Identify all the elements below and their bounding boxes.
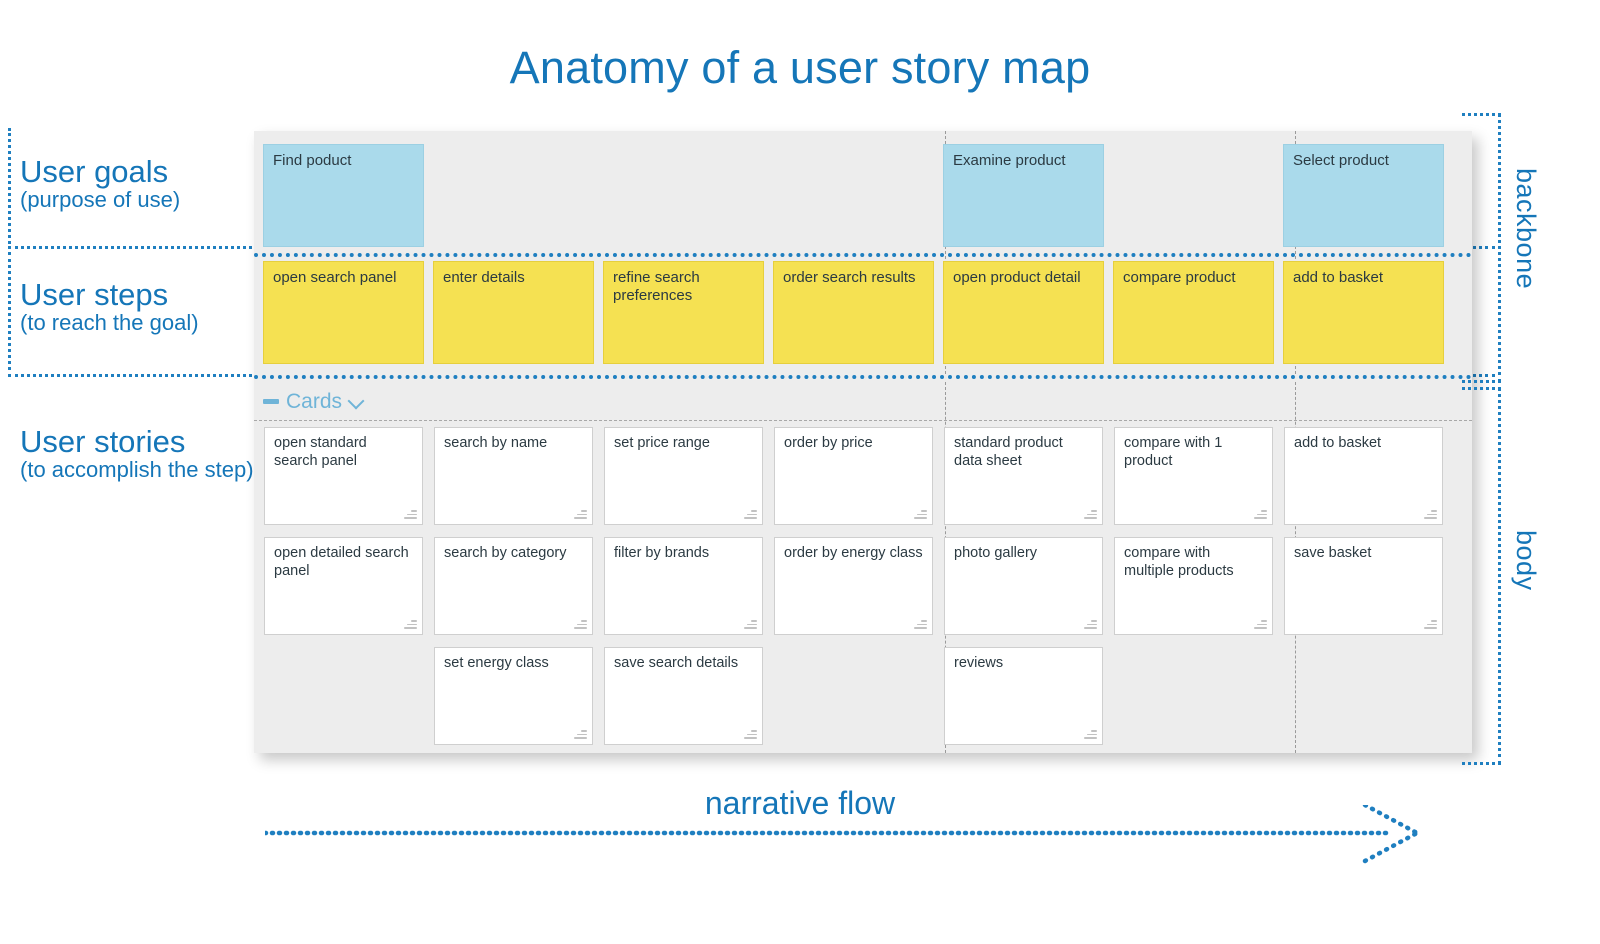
story-card[interactable]: compare with 1 product [1114, 427, 1273, 525]
label-user-steps-title: User steps [20, 277, 169, 312]
step-card[interactable]: open product detail [943, 261, 1104, 364]
resize-handle-icon[interactable] [574, 620, 587, 629]
story-card[interactable]: filter by brands [604, 537, 763, 635]
label-body: body [1511, 530, 1541, 591]
label-user-stories-title: User stories [20, 424, 186, 459]
story-card[interactable]: set price range [604, 427, 763, 525]
cards-section-header[interactable]: Cards [254, 382, 1472, 420]
story-card-label: open standard search panel [274, 435, 367, 469]
step-card[interactable]: enter details [433, 261, 594, 364]
story-card-label: filter by brands [614, 545, 710, 561]
backbone-bracket [1462, 113, 1501, 383]
resize-handle-icon[interactable] [1084, 620, 1097, 629]
resize-handle-icon[interactable] [1424, 620, 1437, 629]
story-card-label: reviews [954, 655, 1004, 671]
goal-card[interactable]: Examine product [943, 144, 1104, 247]
chevron-down-icon[interactable] [349, 394, 364, 409]
user-stories-grid: open standard search panel open detailed … [254, 421, 1472, 753]
story-card-label: set energy class [444, 655, 549, 671]
story-card-label: standard product data sheet [954, 435, 1063, 469]
step-card[interactable]: refine search preferences [603, 261, 764, 364]
goal-card[interactable]: Find poduct [263, 144, 424, 247]
story-card[interactable]: compare with multiple products [1114, 537, 1273, 635]
story-card-label: save search details [614, 655, 739, 671]
step-card[interactable]: add to basket [1283, 261, 1444, 364]
story-card[interactable]: reviews [944, 647, 1103, 745]
resize-handle-icon[interactable] [1084, 730, 1097, 739]
resize-handle-icon[interactable] [744, 620, 757, 629]
page-title: Anatomy of a user story map [509, 42, 1091, 93]
story-map-diagram: Anatomy of a user story map User goals (… [0, 0, 1600, 944]
story-card-label: set price range [614, 435, 710, 451]
story-card[interactable]: search by category [434, 537, 593, 635]
resize-handle-icon[interactable] [914, 620, 927, 629]
story-card[interactable]: order by energy class [774, 537, 933, 635]
resize-handle-icon[interactable] [1424, 510, 1437, 519]
label-backbone: backbone [1511, 168, 1541, 290]
story-card-label: save basket [1294, 545, 1372, 561]
resize-handle-icon[interactable] [404, 510, 417, 519]
step-card[interactable]: open search panel [263, 261, 424, 364]
resize-handle-icon[interactable] [744, 510, 757, 519]
story-card[interactable]: save basket [1284, 537, 1443, 635]
story-map-board: Find poduct Examine product Select product… [254, 131, 1472, 753]
step-card[interactable]: order search results [773, 261, 934, 364]
label-user-stories: User stories (to accomplish the step) [20, 425, 260, 482]
label-user-goals-subtitle: (purpose of use) [20, 187, 181, 213]
body-bracket [1462, 387, 1501, 765]
story-card-label: compare with multiple products [1124, 545, 1234, 579]
story-card[interactable]: photo gallery [944, 537, 1103, 635]
story-card-label: open detailed search panel [274, 545, 409, 579]
goals-steps-divider [254, 253, 1472, 257]
story-card[interactable]: standard product data sheet [944, 427, 1103, 525]
story-card[interactable]: search by name [434, 427, 593, 525]
story-card[interactable]: add to basket [1284, 427, 1443, 525]
story-card[interactable]: open standard search panel [264, 427, 423, 525]
resize-handle-icon[interactable] [914, 510, 927, 519]
label-user-goals-title: User goals [20, 154, 169, 189]
backbone-body-divider [254, 375, 1472, 379]
story-card-label: order by price [784, 435, 873, 451]
resize-handle-icon[interactable] [1254, 620, 1267, 629]
story-card-label: photo gallery [954, 545, 1038, 561]
resize-handle-icon[interactable] [574, 730, 587, 739]
user-steps-row: open search panel enter details refine sea… [254, 255, 1472, 374]
resize-handle-icon[interactable] [1254, 510, 1267, 519]
label-user-goals: User goals (purpose of use) [20, 155, 260, 212]
story-card-label: add to basket [1294, 435, 1382, 451]
story-card-label: search by name [444, 435, 548, 451]
story-card-label: compare with 1 product [1124, 435, 1223, 469]
label-user-steps-subtitle: (to reach the goal) [20, 310, 199, 336]
story-card-label: order by energy class [784, 545, 923, 561]
story-card[interactable]: open detailed search panel [264, 537, 423, 635]
resize-handle-icon[interactable] [404, 620, 417, 629]
label-user-stories-subtitle: (to accomplish the step) [20, 457, 254, 483]
goal-card[interactable]: Select product [1283, 144, 1444, 247]
resize-handle-icon[interactable] [574, 510, 587, 519]
story-card[interactable]: save search details [604, 647, 763, 745]
body-region: Cards open standard search panel open det… [254, 382, 1472, 753]
arrow-right-dotted-icon [265, 805, 1420, 864]
resize-handle-icon[interactable] [1084, 510, 1097, 519]
story-card-label: search by category [444, 545, 567, 561]
cards-section-label: Cards [286, 390, 343, 413]
story-card[interactable]: set energy class [434, 647, 593, 745]
resize-handle-icon[interactable] [744, 730, 757, 739]
story-card[interactable]: order by price [774, 427, 933, 525]
minus-icon[interactable] [263, 399, 279, 404]
user-goals-row: Find poduct Examine product Select product [254, 131, 1472, 254]
step-card[interactable]: compare product [1113, 261, 1274, 364]
label-user-steps: User steps (to reach the goal) [20, 278, 270, 335]
